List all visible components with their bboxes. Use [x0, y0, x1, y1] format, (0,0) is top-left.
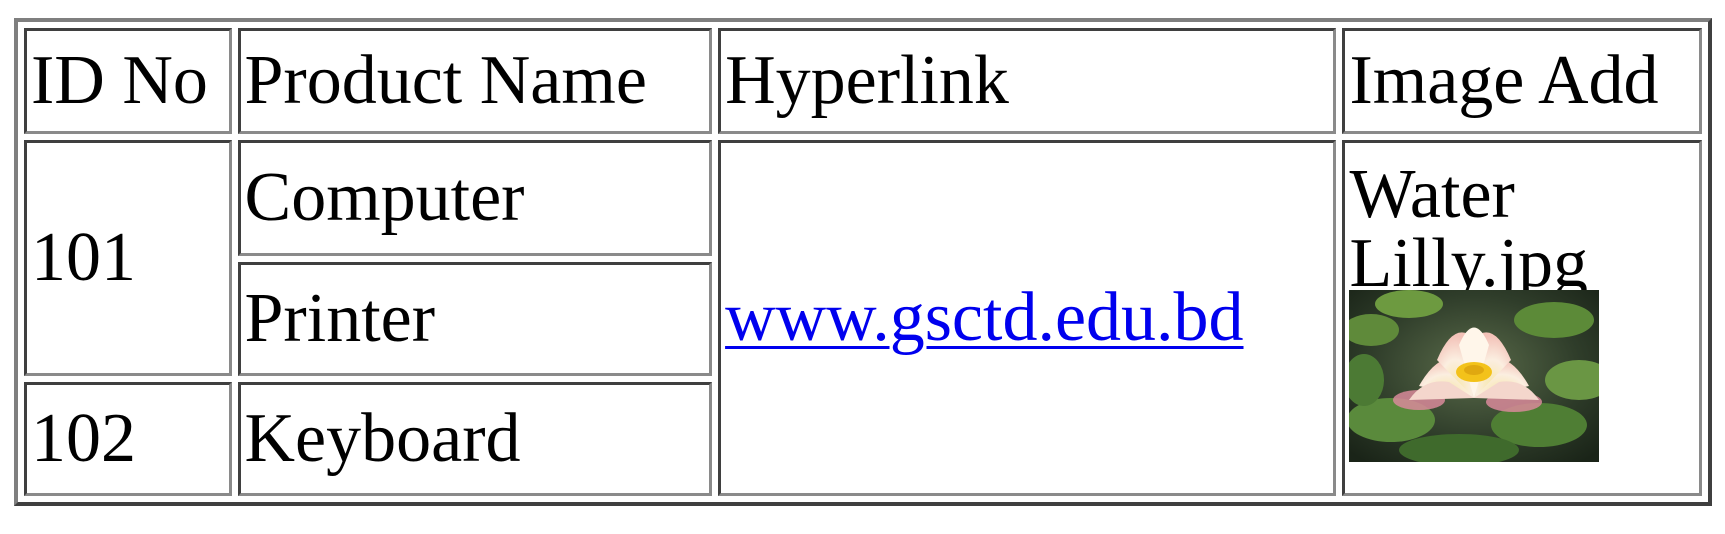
page: ID No Product Name Hyperlink Image Add 1…	[14, 18, 1712, 506]
image-file-name: Water Lilly.jpg	[1349, 156, 1588, 302]
id-cell-101: 101	[24, 140, 232, 376]
gsctd-link[interactable]: www.gsctd.edu.bd	[725, 279, 1243, 356]
header-product-name: Product Name	[237, 28, 713, 134]
header-id: ID No	[24, 28, 232, 134]
hyperlink-cell: www.gsctd.edu.bd	[718, 140, 1337, 496]
header-image: Image Add	[1342, 28, 1702, 134]
image-cell: Water Lilly.jpg	[1342, 140, 1702, 496]
product-cell-printer: Printer	[237, 262, 713, 376]
products-table: ID No Product Name Hyperlink Image Add 1…	[14, 18, 1712, 506]
id-cell-102: 102	[24, 382, 232, 496]
header-hyperlink: Hyperlink	[718, 28, 1337, 134]
table-row: 101 Computer www.gsctd.edu.bd Water Lill…	[24, 140, 1702, 496]
table-header-row: ID No Product Name Hyperlink Image Add	[24, 28, 1702, 134]
product-cell-keyboard: Keyboard	[237, 382, 713, 496]
product-cell-computer: Computer	[237, 140, 713, 256]
water-lily-image	[1349, 290, 1600, 463]
